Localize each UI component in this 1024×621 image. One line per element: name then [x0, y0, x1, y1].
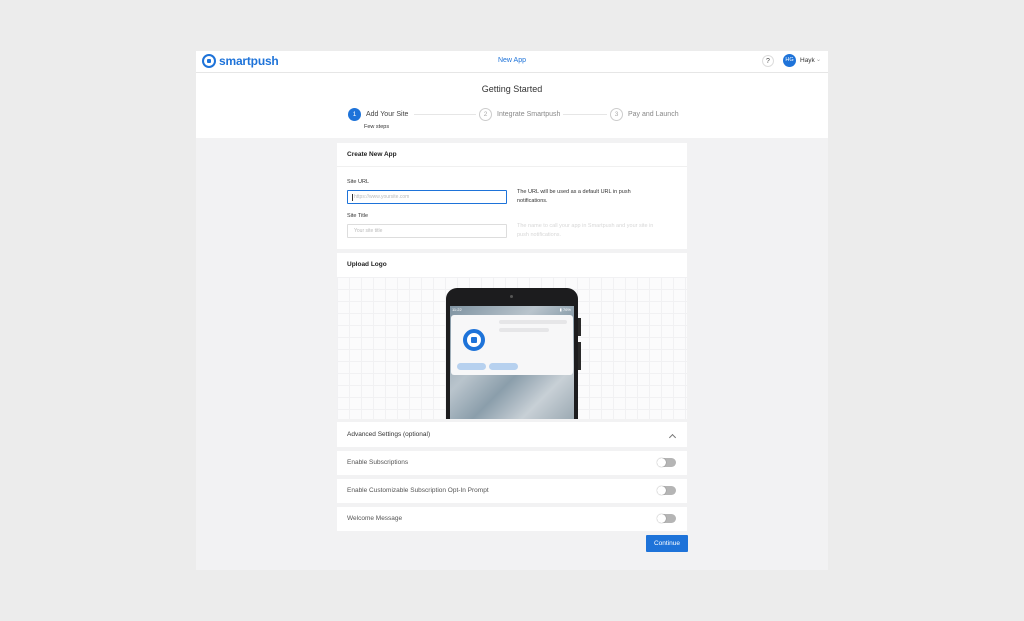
top-bar: smartpush New App ? HG Hayk ⌄ [196, 51, 828, 73]
toggle-knob [657, 514, 666, 523]
setting-row-welcome-message: Welcome Message [337, 507, 687, 531]
site-url-label: Site URL [347, 179, 370, 185]
advanced-settings-header[interactable]: Advanced Settings (optional) [337, 422, 687, 447]
step-label: Integrate Smartpush [497, 111, 561, 118]
divider [337, 166, 687, 167]
notification-preview [451, 315, 573, 375]
card-title: Create New App [347, 151, 397, 158]
advanced-settings-title: Advanced Settings (optional) [347, 431, 431, 438]
phone-mockup: 11:22 ▮ 76% [446, 288, 581, 419]
site-url-hint: The URL will be used as a default URL in… [517, 189, 631, 204]
notification-body-placeholder [499, 328, 549, 332]
phone-screen: 11:22 ▮ 76% [450, 306, 574, 419]
new-app-link[interactable]: New App [196, 57, 828, 64]
help-icon[interactable]: ? [762, 55, 774, 67]
card-title: Upload Logo [347, 261, 387, 268]
status-time: 11:22 [452, 307, 462, 312]
step-label: Pay and Launch [628, 111, 679, 118]
step-number: 2 [479, 108, 492, 121]
step-number: 3 [610, 108, 623, 121]
camera-icon [510, 295, 513, 298]
site-title-hint: The name to call your app in Smartpush a… [517, 223, 654, 238]
notification-button-placeholder [489, 363, 518, 370]
step-connector [414, 114, 476, 115]
site-title-placeholder: Your site title [354, 228, 383, 234]
toggle-knob [657, 486, 666, 495]
page-title: Getting Started [481, 84, 543, 94]
step-pay-and-launch: 3 Pay and Launch [610, 108, 679, 121]
upload-logo-card: Upload Logo 11:22 ▮ 76% [337, 253, 687, 419]
setting-label: Enable Customizable Subscription Opt-In … [347, 487, 489, 494]
opt-in-prompt-toggle[interactable] [657, 486, 676, 495]
logo-preview-area[interactable]: 11:22 ▮ 76% [337, 277, 687, 419]
enable-subscriptions-toggle[interactable] [657, 458, 676, 467]
avatar[interactable]: HG [783, 54, 796, 67]
setting-label: Welcome Message [347, 515, 403, 522]
step-subtitle: Few steps [364, 124, 390, 130]
site-title-label: Site Title [347, 213, 369, 219]
site-title-input[interactable]: Your site title [347, 224, 507, 238]
chevron-down-icon[interactable]: ⌄ [816, 56, 821, 63]
site-url-placeholder: https://www.yoursite.com [354, 194, 410, 200]
phone-side-button [578, 318, 581, 336]
step-connector [563, 114, 607, 115]
notification-button-placeholder [457, 363, 486, 370]
continue-button[interactable]: Continue [646, 535, 688, 552]
step-integrate-smartpush: 2 Integrate Smartpush [479, 108, 560, 121]
setting-row-opt-in-prompt: Enable Customizable Subscription Opt-In … [337, 479, 687, 503]
site-url-input[interactable]: https://www.yoursite.com [347, 190, 507, 204]
step-add-your-site: 1 Add Your Site [348, 108, 408, 121]
status-battery: ▮ 76% [559, 307, 571, 312]
create-app-card: Create New App Site URL https://www.your… [337, 143, 687, 249]
setting-row-enable-subscriptions: Enable Subscriptions [337, 451, 687, 475]
welcome-message-toggle[interactable] [657, 514, 676, 523]
chevron-up-icon[interactable] [668, 433, 677, 442]
text-caret [352, 194, 353, 201]
user-name[interactable]: Hayk [800, 57, 815, 64]
app-window: smartpush New App ? HG Hayk ⌄ Getting St… [196, 51, 828, 570]
notification-logo-icon [463, 329, 485, 351]
getting-started-header: Getting Started 1 Add Your Site 2 Integr… [196, 73, 828, 138]
phone-side-button [578, 342, 581, 370]
notification-title-placeholder [499, 320, 567, 324]
setting-label: Enable Subscriptions [347, 459, 409, 466]
toggle-knob [657, 458, 666, 467]
step-number: 1 [348, 108, 361, 121]
step-label: Add Your Site [366, 111, 409, 118]
